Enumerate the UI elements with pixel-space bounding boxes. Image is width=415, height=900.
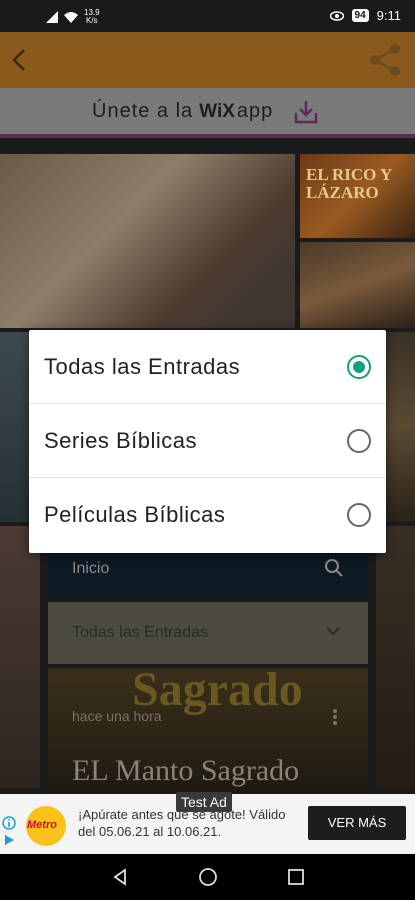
app-text: app	[236, 100, 274, 122]
radio-unselected-icon[interactable]	[347, 503, 371, 527]
signal-icon	[46, 11, 58, 23]
option-label: Series Bíblicas	[44, 428, 198, 453]
nav-recents-icon[interactable]	[286, 867, 306, 887]
search-icon	[325, 559, 343, 577]
category-filter: Todas las Entradas	[48, 602, 368, 664]
thumbnail-image	[300, 242, 415, 328]
nav-home-icon[interactable]	[198, 867, 218, 887]
test-ad-label: Test Ad	[176, 792, 232, 812]
eye-comfort-icon	[329, 10, 344, 21]
status-left: 13.9 K/s	[46, 9, 100, 25]
ad-cta-button[interactable]: VER MÁS	[308, 806, 406, 840]
advertiser-logo-text: Metro	[27, 819, 57, 831]
ad-banner[interactable]: Metro ¡Apúrate antes que se agote! Válid…	[0, 792, 415, 854]
nav-back-icon[interactable]	[110, 867, 130, 887]
download-icon[interactable]	[292, 98, 320, 126]
ad-info-icon[interactable]	[2, 816, 16, 830]
ad-choices-icon[interactable]	[3, 834, 15, 846]
option-todas-las-entradas[interactable]: Todas las Entradas	[29, 330, 386, 404]
thumbnail-rico-lazaro: EL RICO Y LÁZARO	[300, 154, 415, 238]
join-app-text: Únete a la WiX app	[92, 100, 273, 123]
join-app-banner[interactable]: Únete a la WiX app	[0, 88, 415, 138]
app-toolbar	[0, 32, 415, 88]
net-speed: 13.9 K/s	[84, 9, 100, 25]
more-vert-icon	[333, 709, 337, 725]
battery-level: 94	[351, 9, 369, 22]
side-image-right-lower	[376, 526, 415, 788]
status-right: 94 9:11	[329, 8, 401, 23]
option-peliculas-biblicas[interactable]: Películas Bíblicas	[29, 478, 386, 552]
option-label: Todas las Entradas	[44, 354, 241, 379]
share-icon[interactable]	[367, 42, 403, 78]
status-bar: 13.9 K/s 94 9:11	[0, 0, 415, 32]
post-timestamp: hace una hora	[72, 708, 162, 724]
system-nav-bar	[0, 854, 415, 900]
option-series-biblicas[interactable]: Series Bíblicas	[29, 404, 386, 478]
radio-selected-icon[interactable]	[347, 355, 371, 379]
clock: 9:11	[376, 8, 401, 23]
chevron-down-icon	[326, 627, 340, 636]
home-label: Inicio	[72, 560, 110, 577]
advertiser-logo: Metro	[26, 806, 66, 846]
radio-unselected-icon[interactable]	[347, 429, 371, 453]
join-text: Únete a la	[92, 100, 194, 122]
thumbnail-title: EL RICO Y LÁZARO	[306, 165, 392, 202]
post-preview: Sagrado hace una hora EL Manto Sagrado	[48, 668, 368, 794]
wix-logo: WiX	[199, 101, 235, 122]
wifi-icon	[64, 11, 78, 23]
category-select-dialog: Todas las Entradas Series Bíblicas Pelíc…	[29, 330, 386, 553]
post-title: EL Manto Sagrado	[72, 754, 300, 787]
featured-image	[0, 154, 295, 328]
net-speed-unit: K/s	[86, 16, 98, 25]
back-icon[interactable]	[8, 44, 32, 76]
side-image-left-lower	[0, 526, 40, 788]
blog-card: Inicio Todas las Entradas Sagrado hace u…	[48, 530, 368, 794]
option-label: Películas Bíblicas	[44, 502, 226, 527]
category-filter-label: Todas las Entradas	[72, 624, 209, 641]
